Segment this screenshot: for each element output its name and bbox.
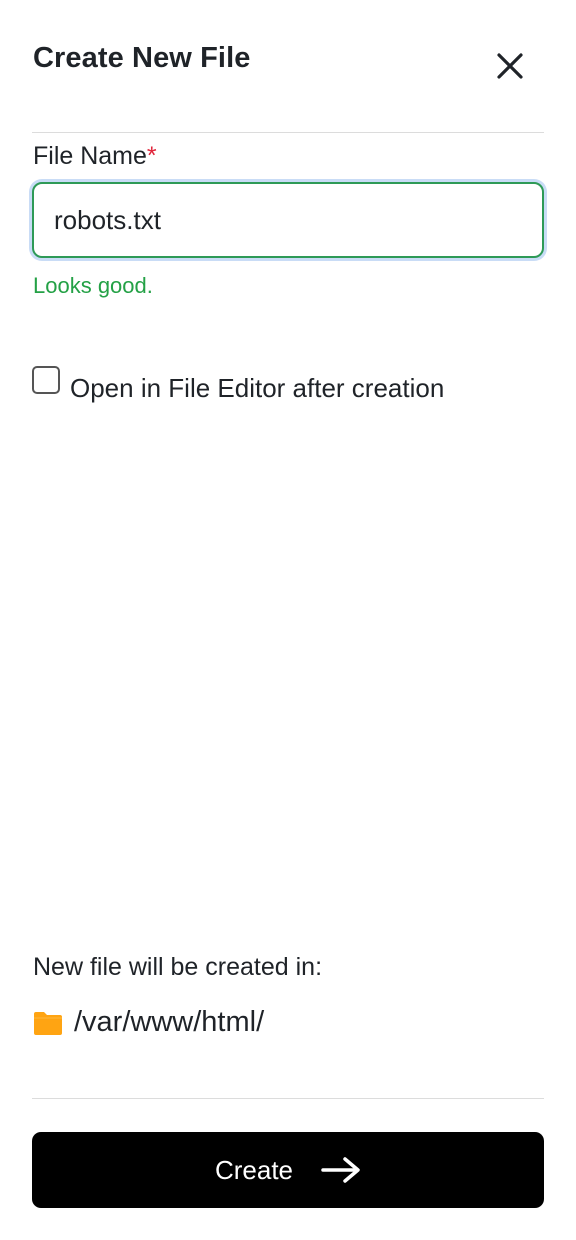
required-marker: * [146, 142, 157, 170]
open-in-editor-option[interactable]: Open in File Editor after creation [32, 366, 444, 402]
create-button-label: Create [214, 1154, 294, 1185]
file-name-label: File Name* [33, 142, 157, 171]
create-file-dialog: Create New File File Name* Looks good. O… [0, 0, 576, 1240]
dialog-title: Create New File [33, 42, 251, 74]
location-path-text: /var/www/html/ [74, 1006, 265, 1038]
create-button[interactable]: Create [32, 1132, 544, 1208]
validation-message: Looks good. [33, 273, 153, 298]
file-name-input[interactable] [34, 184, 542, 256]
location-path: /var/www/html/ [32, 1006, 264, 1039]
close-button[interactable] [490, 46, 530, 86]
file-name-field [32, 182, 544, 258]
location-label: New file will be created in: [33, 953, 323, 981]
footer-divider [32, 1098, 544, 1099]
open-in-editor-checkbox[interactable] [32, 366, 60, 394]
open-in-editor-label[interactable]: Open in File Editor after creation [70, 374, 444, 402]
header-divider [32, 132, 544, 133]
file-name-label-text: File Name [33, 142, 147, 170]
close-icon [497, 53, 523, 79]
arrow-right-icon [321, 1157, 360, 1183]
folder-icon [34, 1011, 62, 1035]
